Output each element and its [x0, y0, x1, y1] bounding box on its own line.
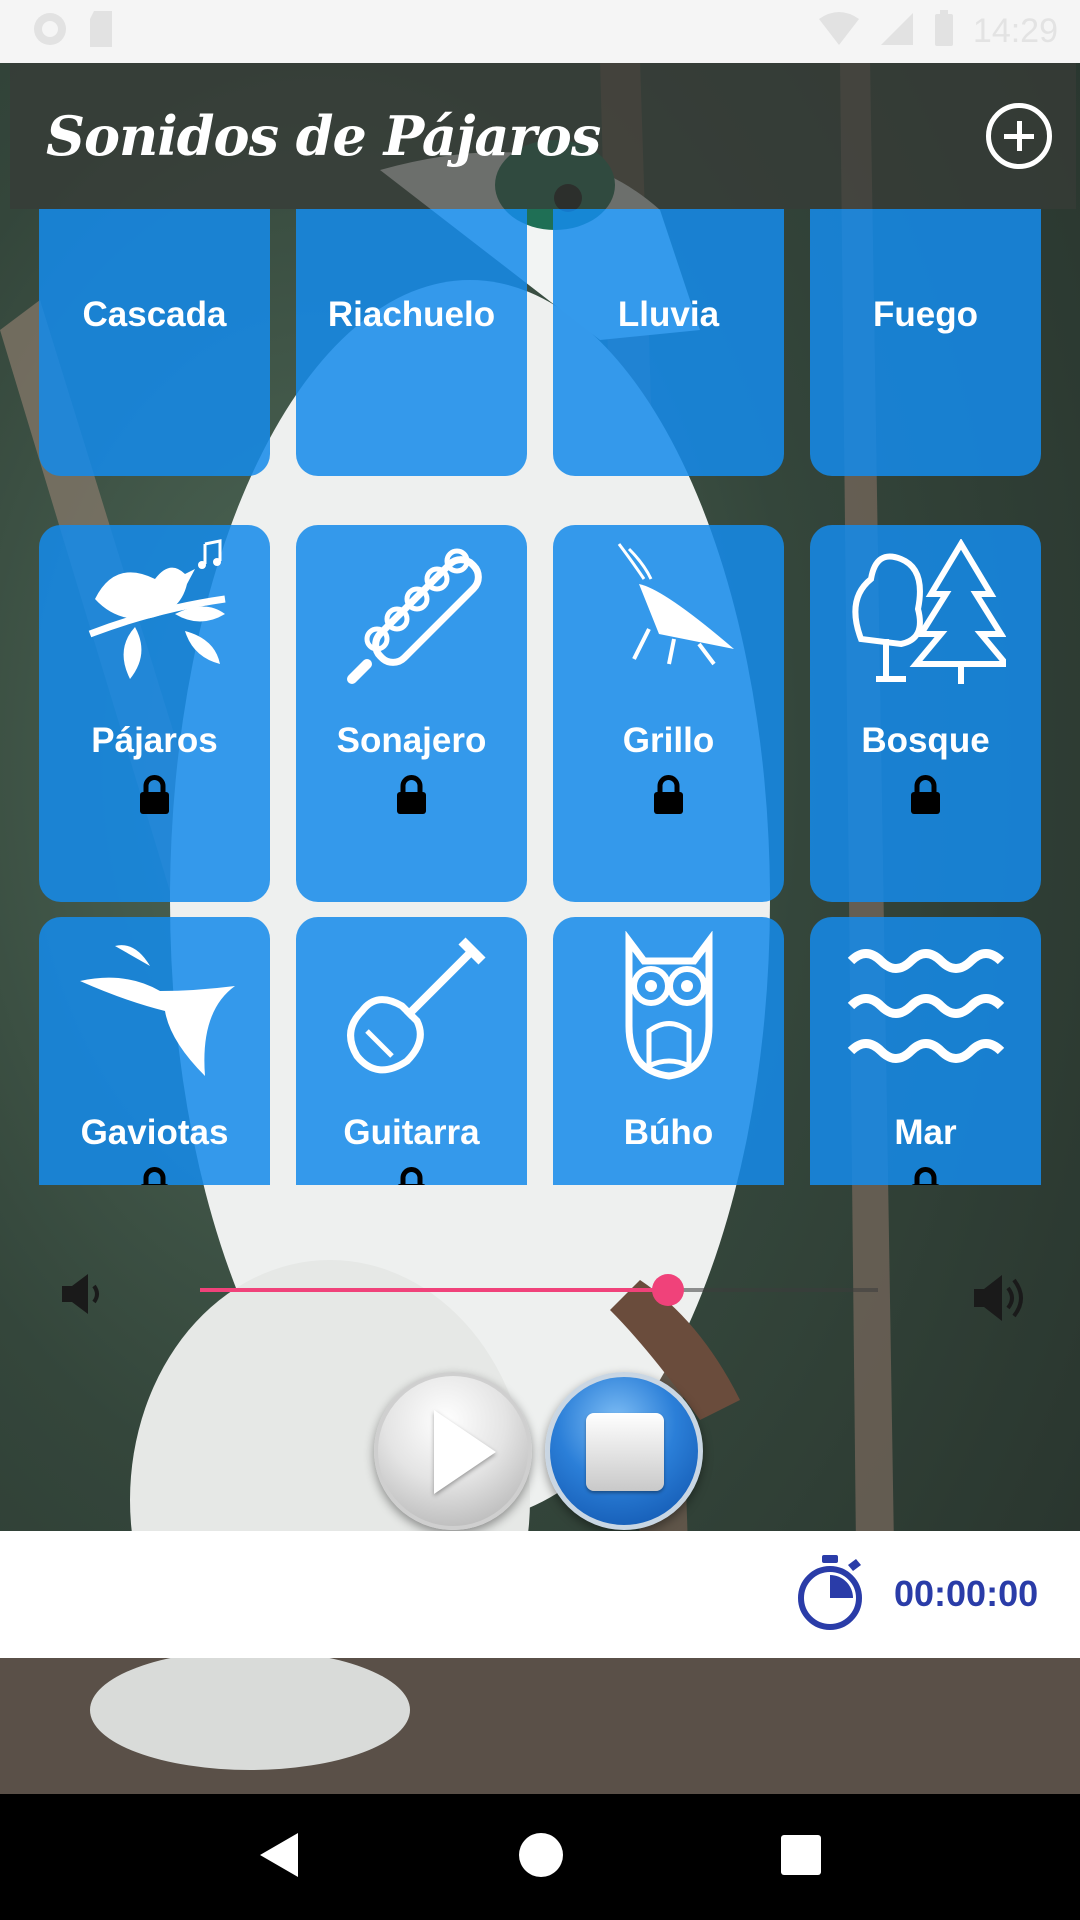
sound-tile-label: Riachuelo	[327, 295, 496, 334]
system-nav-bar	[0, 1794, 1080, 1920]
signal-icon	[879, 11, 915, 52]
sound-tile-label: Grillo	[622, 721, 715, 760]
sound-tile-riachuelo[interactable]: Riachuelo	[296, 209, 527, 476]
lock-icon	[395, 1167, 428, 1185]
sound-tile-label: Pájaros	[91, 721, 218, 760]
bird-icon	[39, 539, 270, 689]
sound-tile-label: Bosque	[861, 721, 990, 760]
sound-tile-label: Sonajero	[336, 721, 487, 760]
sound-tile-fuego[interactable]: Fuego	[810, 209, 1041, 476]
sound-tile-bosque[interactable]: Bosque	[810, 525, 1041, 902]
add-circle-icon[interactable]	[986, 103, 1052, 169]
sound-tile-buho[interactable]: Búho	[553, 917, 784, 1185]
timer-bar: 00:00:00	[0, 1531, 1080, 1658]
owl-icon	[553, 931, 784, 1081]
rattle-icon	[296, 539, 527, 689]
guitar-icon	[296, 931, 527, 1081]
volume-slider-thumb[interactable]	[652, 1274, 684, 1306]
app-title: Sonidos de Pájaros	[46, 104, 601, 168]
app-toolbar: Sonidos de Pájaros	[10, 63, 1076, 209]
play-icon	[434, 1410, 496, 1494]
sd-card-icon	[88, 9, 118, 54]
sound-tile-label: Fuego	[873, 295, 978, 334]
sound-tile-pajaros[interactable]: Pájaros	[39, 525, 270, 902]
lock-icon	[138, 775, 171, 815]
status-time: 14:29	[972, 12, 1058, 50]
status-icons-right: 14:29	[817, 10, 1058, 53]
forest-icon	[810, 539, 1041, 689]
sound-tile-guitarra[interactable]: Guitarra	[296, 917, 527, 1185]
volume-high-icon[interactable]	[970, 1272, 1028, 1329]
stopwatch-icon[interactable]	[795, 1553, 865, 1638]
status-bar: 14:29	[0, 0, 1080, 63]
status-icons-left	[30, 9, 118, 54]
lock-icon	[909, 775, 942, 815]
sound-tile-label: Lluvia	[617, 295, 720, 334]
back-icon[interactable]	[258, 1831, 302, 1884]
sound-tile-gaviotas[interactable]: Gaviotas	[39, 917, 270, 1185]
sound-tile-mar[interactable]: Mar	[810, 917, 1041, 1185]
sound-tile-label: Búho	[623, 1113, 714, 1152]
timer-value: 00:00:00	[894, 1573, 1039, 1614]
stop-button[interactable]	[545, 1372, 703, 1530]
seagull-icon	[39, 931, 270, 1081]
cricket-icon	[553, 539, 784, 689]
sound-tile-cascada[interactable]: Cascada	[39, 209, 270, 476]
volume-low-icon[interactable]	[58, 1272, 104, 1321]
sound-tile-label: Mar	[894, 1113, 957, 1152]
sound-tile-lluvia[interactable]: Lluvia	[553, 209, 784, 476]
lock-icon	[909, 1167, 942, 1185]
notification-icon	[30, 9, 70, 54]
sound-grid[interactable]: Cascada Riachuelo Lluvia Fuego Pájaros S…	[0, 209, 1080, 1185]
play-button[interactable]	[374, 1372, 532, 1530]
sound-tile-label: Gaviotas	[80, 1113, 229, 1152]
sound-tile-grillo[interactable]: Grillo	[553, 525, 784, 902]
home-icon[interactable]	[518, 1832, 564, 1883]
battery-icon	[933, 10, 955, 53]
sound-tile-label: Guitarra	[343, 1113, 480, 1152]
wifi-icon	[817, 11, 861, 52]
volume-slider-fill	[200, 1288, 668, 1292]
sound-tile-sonajero[interactable]: Sonajero	[296, 525, 527, 902]
lock-icon	[395, 775, 428, 815]
lock-icon	[652, 775, 685, 815]
waves-icon	[810, 931, 1041, 1081]
sound-tile-label: Cascada	[82, 295, 227, 334]
lock-icon	[138, 1167, 171, 1185]
stop-icon	[586, 1413, 664, 1491]
recents-icon[interactable]	[780, 1834, 822, 1881]
